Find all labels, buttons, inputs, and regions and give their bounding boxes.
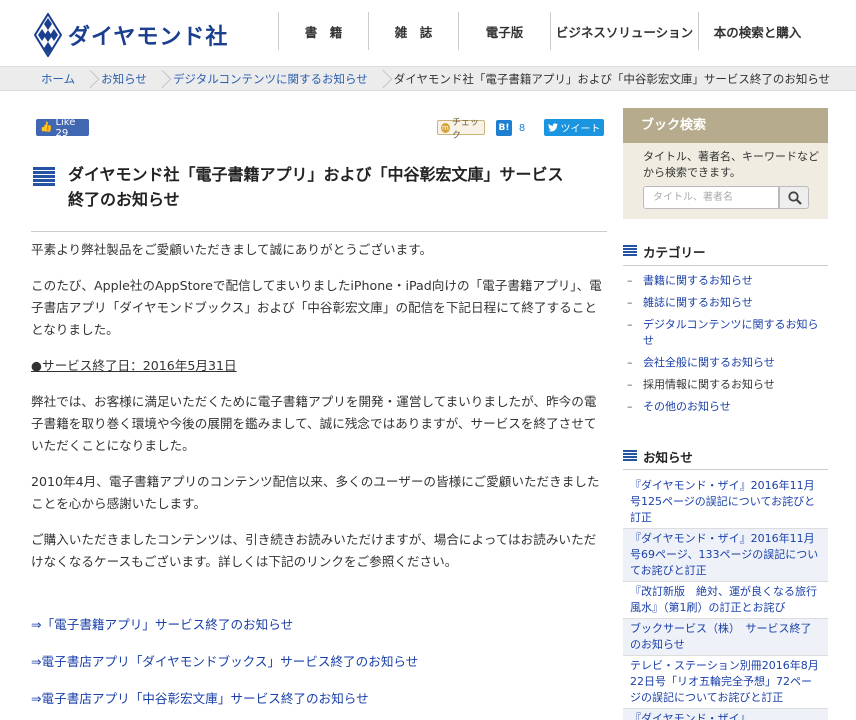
article-paragraph: ご購入いただきましたコンテンツは、引き続きお読みいただけますが、場合によってはお…: [31, 532, 597, 569]
breadcrumb-separator: [376, 66, 384, 91]
breadcrumb: ホーム お知らせ デジタルコンテンツに関するお知らせ ダイヤモンド社「電子書籍ア…: [0, 66, 856, 91]
news-list: 『ダイヤモンド・ザイ』2016年11月号125ページの誤記についてお詫びと訂正 …: [623, 476, 828, 720]
news-divider: [623, 469, 828, 470]
category-link-magazines[interactable]: 雑誌に関するお知らせ: [643, 295, 753, 311]
sidebar: ブック検索 タイトル、著者名、キーワードなどから検索できます。 タイトル、著者名…: [623, 108, 828, 720]
article-paragraph: 2010年4月、電子書籍アプリのコンテンツ配信以来、多くのユーザーの皆様にご愛顧…: [31, 474, 600, 511]
category-link-digital[interactable]: デジタルコンテンツに関するお知らせ: [643, 317, 828, 349]
nav-business-solutions[interactable]: ビジネスソリューション: [550, 12, 698, 50]
link-nakatani-bunko-end[interactable]: ⇒電子書店アプリ「中谷彰宏文庫」サービス終了のお知らせ: [31, 688, 605, 710]
category-item[interactable]: – デジタルコンテンツに関するお知らせ: [623, 317, 828, 349]
link-ebook-app-end[interactable]: ⇒「電子書籍アプリ」サービス終了のお知らせ: [31, 614, 605, 636]
article-paragraph: 平素より弊社製品をご愛顧いただきまして誠にありがとうございます。: [31, 242, 433, 257]
book-search-input[interactable]: タイトル、著者名: [643, 186, 779, 209]
related-links: ⇒「電子書籍アプリ」サービス終了のお知らせ ⇒電子書店アプリ「ダイヤモンドブック…: [31, 614, 605, 720]
news-item[interactable]: 『ダイヤモンド・ザイ』2016年11月号125ページの誤記についてお詫びと訂正: [623, 476, 828, 529]
article-paragraph: 弊社では、お客様に満足いただくために電子書籍アプリを開発・運営してまいりましたが…: [31, 394, 597, 453]
service-end-date: ●サービス終了日：2016年5月31日: [31, 355, 605, 377]
book-search-button[interactable]: [779, 186, 809, 209]
news-item[interactable]: テレビ・ステーション別冊2016年8月22日号「リオ五輪完全予想」72ページの誤…: [623, 656, 828, 709]
tweet-label: ツイート: [560, 124, 601, 135]
news-item[interactable]: 『ダイヤモンド・ザイ』: [623, 709, 828, 720]
article-body: 平素より弊社製品をご愛顧いただきまして誠にありがとうございます。 このたび、Ap…: [31, 239, 605, 587]
category-item[interactable]: – 採用情報に関するお知らせ: [623, 377, 828, 393]
tweet-button[interactable]: ツイート: [544, 119, 604, 136]
article-title: ダイヤモンド社「電子書籍アプリ」および「中谷彰宏文庫」サービス 終了のお知らせ: [68, 162, 607, 212]
category-link-recruit[interactable]: 採用情報に関するお知らせ: [643, 377, 775, 393]
news-item[interactable]: 『ダイヤモンド・ザイ』2016年11月号69ページ、133ページの誤記についてお…: [623, 529, 828, 582]
facebook-like-label: Like 29: [55, 116, 76, 139]
breadcrumb-separator: [155, 66, 163, 91]
facebook-thumb-icon: 👍: [40, 122, 53, 133]
heading-bars-icon: [623, 245, 637, 257]
breadcrumb-digital-news[interactable]: デジタルコンテンツに関するお知らせ: [163, 71, 376, 87]
logo-text: ダイヤモンド社: [68, 25, 229, 50]
title-divider: [31, 231, 607, 232]
breadcrumb-current: ダイヤモンド社「電子書籍アプリ」および「中谷彰宏文庫」サービス終了のお知らせ: [393, 71, 831, 86]
global-nav: 書 籍 雑 誌 電子版 ビジネスソリューション 本の検索と購入: [278, 12, 816, 50]
category-item[interactable]: – 会社全般に関するお知らせ: [623, 355, 828, 371]
nav-book-search-purchase[interactable]: 本の検索と購入: [698, 12, 816, 50]
breadcrumb-home[interactable]: ホーム: [31, 71, 83, 87]
article-paragraph: このたび、Apple社のAppStoreで配信してまいりましたiPhone・iP…: [31, 278, 602, 337]
facebook-like-button[interactable]: 👍 Like 29: [36, 116, 89, 139]
service-end-date-text: ●サービス終了日：2016年5月31日: [31, 358, 237, 373]
site-logo[interactable]: ダイヤモンド社: [34, 13, 228, 57]
book-search-heading: ブック検索: [623, 108, 828, 143]
nav-books[interactable]: 書 籍: [278, 12, 368, 50]
category-item[interactable]: – 雑誌に関するお知らせ: [623, 295, 828, 311]
category-heading-label: カテゴリー: [643, 244, 706, 260]
book-search-description: タイトル、著者名、キーワードなどから検索できます。: [643, 150, 819, 179]
category-link-company[interactable]: 会社全般に関するお知らせ: [643, 355, 775, 371]
twitter-bird-icon: [547, 123, 558, 132]
hatena-bookmark-icon[interactable]: B!: [496, 120, 512, 136]
mixi-icon: m: [441, 122, 450, 133]
category-divider: [623, 265, 828, 266]
article-header: ダイヤモンド社「電子書籍アプリ」および「中谷彰宏文庫」サービス 終了のお知らせ: [31, 162, 607, 212]
hatena-bookmark-count[interactable]: 8: [514, 120, 530, 136]
book-search-box: ブック検索 タイトル、著者名、キーワードなどから検索できます。 タイトル、著者名: [623, 108, 828, 219]
mixi-check-label: チェック: [451, 117, 479, 141]
search-icon: [788, 191, 802, 205]
category-list: – 書籍に関するお知らせ – 雑誌に関するお知らせ – デジタルコンテンツに関するお知…: [623, 273, 828, 421]
news-heading: お知らせ: [623, 446, 828, 466]
article-title-line1: ダイヤモンド社「電子書籍アプリ」および「中谷彰宏文庫」サービス: [68, 165, 564, 184]
category-link-other[interactable]: その他のお知らせ: [643, 399, 731, 415]
nav-magazines[interactable]: 雑 誌: [368, 12, 458, 50]
logo-diamond-icon: [34, 13, 62, 57]
news-heading-label: お知らせ: [643, 449, 693, 465]
heading-bars-icon: [623, 450, 637, 462]
breadcrumb-separator: [83, 66, 91, 91]
category-heading: カテゴリー: [623, 241, 828, 261]
nav-digital[interactable]: 電子版: [458, 12, 550, 50]
news-item[interactable]: 『改訂新版 絶対、運が良くなる旅行風水』（第1刷）の訂正とお詫び: [623, 582, 828, 619]
site-header: ダイヤモンド社 書 籍 雑 誌 電子版 ビジネスソリューション 本の検索と購入: [0, 0, 856, 66]
category-item[interactable]: – その他のお知らせ: [623, 399, 828, 415]
category-item[interactable]: – 書籍に関するお知らせ: [623, 273, 828, 289]
breadcrumb-news[interactable]: お知らせ: [91, 71, 155, 87]
title-bars-icon: [33, 167, 55, 187]
news-item[interactable]: ブックサービス（株） サービス終了のお知らせ: [623, 619, 828, 656]
link-diamond-books-end[interactable]: ⇒電子書店アプリ「ダイヤモンドブックス」サービス終了のお知らせ: [31, 651, 605, 673]
category-link-books[interactable]: 書籍に関するお知らせ: [643, 273, 753, 289]
article-title-line2: 終了のお知らせ: [68, 190, 180, 209]
mixi-check-button[interactable]: m チェック: [437, 118, 485, 141]
